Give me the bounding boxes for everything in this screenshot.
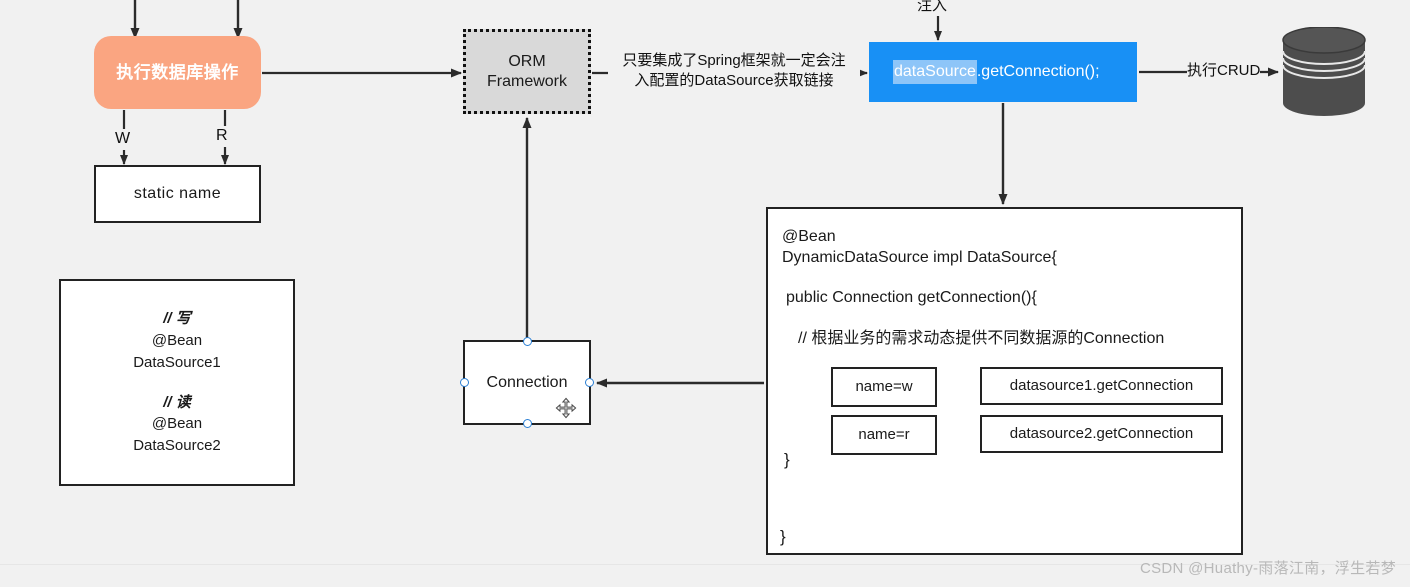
bean-write-group: // 写 @Bean DataSource1 [133, 308, 221, 373]
node-datasource-beans[interactable]: // 写 @Bean DataSource1 // 读 @Bean DataSo… [59, 279, 295, 486]
resize-handle-top[interactable] [522, 337, 532, 346]
datasource-selected-text: dataSource [893, 60, 977, 84]
branch-condition-w[interactable]: name=w [831, 367, 937, 407]
bean-write-annotation: @Bean [151, 332, 203, 349]
branch-condition-r-label: name=r [858, 425, 910, 443]
branch-condition-r[interactable]: name=r [831, 415, 937, 455]
bean-read-annotation: @Bean [151, 415, 203, 433]
resize-handle-right[interactable] [585, 378, 594, 387]
node-execute-db-operation[interactable]: 执行数据库操作 [94, 36, 261, 109]
edge-label-read: R [216, 126, 228, 147]
branch-result-datasource1-label: datasource1.getConnection [1009, 376, 1194, 394]
node-dynamic-datasource-code[interactable]: @Bean DynamicDataSource impl DataSource{… [766, 207, 1243, 555]
code-line-class: DynamicDataSource impl DataSource{ [782, 249, 1057, 266]
branch-result-datasource2-label: datasource2.getConnection [1009, 424, 1194, 442]
orm-label-line2: Framework [486, 72, 567, 90]
edge-label-inject: 注入 [917, 0, 948, 16]
code-line-method: public Connection getConnection(){ [786, 289, 1037, 306]
bean-read-group: // 读 @Bean DataSource2 [133, 392, 221, 457]
code-line-comment: // 根据业务的需求动态提供不同数据源的Connection [798, 330, 1165, 347]
bean-read-name: DataSource2 [133, 437, 221, 454]
node-orm-framework[interactable]: ORM Framework [463, 29, 591, 114]
node-static-name[interactable]: static name [94, 165, 261, 223]
branch-result-datasource2[interactable]: datasource2.getConnection [980, 415, 1223, 453]
node-connection[interactable]: Connection [460, 337, 594, 428]
bean-write-comment: // 写 [163, 310, 191, 328]
resize-handle-left[interactable] [460, 378, 469, 387]
resize-handle-bottom[interactable] [522, 419, 532, 428]
code-brace-inner: } [784, 450, 790, 469]
connection-label: Connection [486, 373, 568, 391]
edge-label-spring-inject: 只要集成了Spring框架就一定会注 入配置的DataSource获取链接 [608, 51, 860, 90]
bean-write-name: DataSource1 [133, 353, 221, 371]
database-icon [1282, 27, 1366, 116]
code-brace-outer: } [780, 527, 786, 546]
watermark: CSDN @Huathy-雨落江南，浮生若梦 [1139, 560, 1396, 577]
code-line-bean: @Bean [782, 228, 836, 245]
orm-label-line1: ORM [508, 52, 546, 70]
edge-label-execute-crud: 执行CRUD [1187, 61, 1261, 81]
node-datasource-getconnection[interactable]: dataSource .getConnection(); [869, 42, 1137, 102]
edge-label-write: W [115, 129, 131, 150]
static-name-label: static name [133, 185, 222, 202]
op-node-label: 执行数据库操作 [116, 62, 239, 82]
bean-read-comment: // 读 [163, 393, 191, 411]
branch-condition-w-label: name=w [855, 377, 913, 395]
move-cursor-icon [555, 397, 577, 419]
branch-result-datasource1[interactable]: datasource1.getConnection [980, 367, 1223, 405]
datasource-rest-text: .getConnection(); [976, 63, 1100, 80]
